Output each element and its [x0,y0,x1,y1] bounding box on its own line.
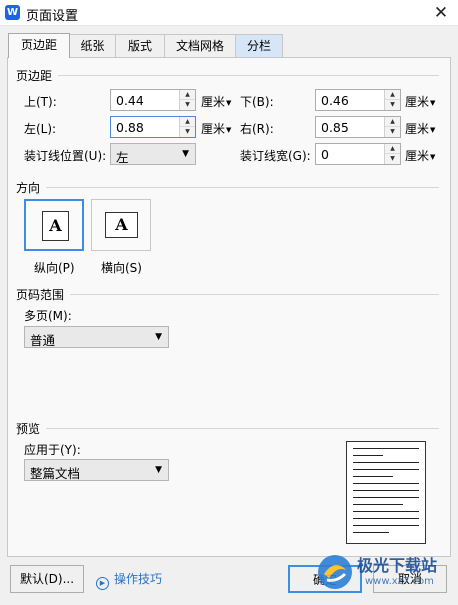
preview-section-title: 预览 [16,422,41,436]
page-range-section-title: 页码范围 [16,288,65,302]
left-margin-label: 左(L): [24,122,57,136]
tab-columns[interactable]: 分栏 [235,34,283,57]
spin-up-icon[interactable]: ▲ [385,117,400,127]
dropdown-arrow-icon: ▼ [430,126,436,134]
spin-down-icon[interactable]: ▼ [180,127,195,137]
gutter-width-label: 装订线宽(G): [240,149,311,163]
dialog-title: 页面设置 [26,9,79,24]
landscape-page-icon: A [105,212,138,238]
spin-up-icon[interactable]: ▲ [180,117,195,127]
right-margin-input[interactable]: 0.85 ▲ ▼ [315,116,401,138]
play-icon: ▶ [96,577,109,590]
top-unit-dropdown[interactable]: 厘米▼ [201,93,231,110]
dropdown-arrow-icon: ▼ [182,149,189,159]
multiple-pages-label: 多页(M): [24,309,72,323]
right-margin-label: 右(R): [240,122,274,136]
watermark: 极光下载站 www.xz7.com [315,548,455,603]
orientation-section-title: 方向 [16,181,41,195]
portrait-label: 纵向(P) [34,261,75,275]
bottom-margin-input[interactable]: 0.46 ▲ ▼ [315,89,401,111]
close-icon[interactable]: ✕ [430,2,452,24]
divider [46,428,439,429]
multiple-pages-select[interactable]: 普通 ▼ [24,326,169,348]
dropdown-arrow-icon: ▼ [226,126,232,134]
gutter-unit-dropdown[interactable]: 厘米▼ [405,147,435,164]
gutter-position-label: 装订线位置(U): [24,149,107,163]
divider [70,294,439,295]
portrait-option[interactable]: A [24,199,84,251]
dropdown-arrow-icon: ▼ [430,153,436,161]
left-margin-input[interactable]: 0.88 ▲ ▼ [110,116,196,138]
apply-to-select[interactable]: 整篇文档 ▼ [24,459,169,481]
spin-down-icon[interactable]: ▼ [385,154,400,164]
page-preview [346,441,426,544]
spin-up-icon[interactable]: ▲ [385,90,400,100]
watermark-url: www.xz7.com [365,576,434,587]
tab-layout[interactable]: 版式 [115,34,165,57]
tab-paper[interactable]: 纸张 [69,34,116,57]
landscape-label: 横向(S) [101,261,142,275]
divider [46,187,439,188]
help-link[interactable]: ▶ 操作技巧 [96,570,162,590]
wps-app-icon: W [5,5,20,20]
left-unit-dropdown[interactable]: 厘米▼ [201,120,231,137]
default-button[interactable]: 默认(D)... [10,565,84,593]
tab-document-grid[interactable]: 文档网格 [164,34,236,57]
spin-down-icon[interactable]: ▼ [385,127,400,137]
spin-up-icon[interactable]: ▲ [385,144,400,154]
bottom-unit-dropdown[interactable]: 厘米▼ [405,93,435,110]
spin-down-icon[interactable]: ▼ [385,100,400,110]
watermark-text: 极光下载站 [357,556,438,575]
dropdown-arrow-icon: ▼ [430,99,436,107]
watermark-logo-icon [318,555,352,589]
portrait-page-icon: A [42,211,69,241]
divider [58,75,439,76]
dropdown-arrow-icon: ▼ [226,99,232,107]
tab-margins[interactable]: 页边距 [8,33,70,58]
top-margin-input[interactable]: 0.44 ▲ ▼ [110,89,196,111]
top-margin-label: 上(T): [24,95,57,109]
spin-down-icon[interactable]: ▼ [180,100,195,110]
gutter-width-input[interactable]: 0 ▲ ▼ [315,143,401,165]
right-unit-dropdown[interactable]: 厘米▼ [405,120,435,137]
landscape-option[interactable]: A [91,199,151,251]
bottom-margin-label: 下(B): [240,95,274,109]
margins-section-title: 页边距 [16,69,53,83]
dropdown-arrow-icon: ▼ [155,465,162,475]
dropdown-arrow-icon: ▼ [155,332,162,342]
apply-to-label: 应用于(Y): [24,443,81,457]
spin-up-icon[interactable]: ▲ [180,90,195,100]
gutter-position-select[interactable]: 左 ▼ [110,143,196,165]
title-bar: W 页面设置 ✕ [0,0,458,26]
